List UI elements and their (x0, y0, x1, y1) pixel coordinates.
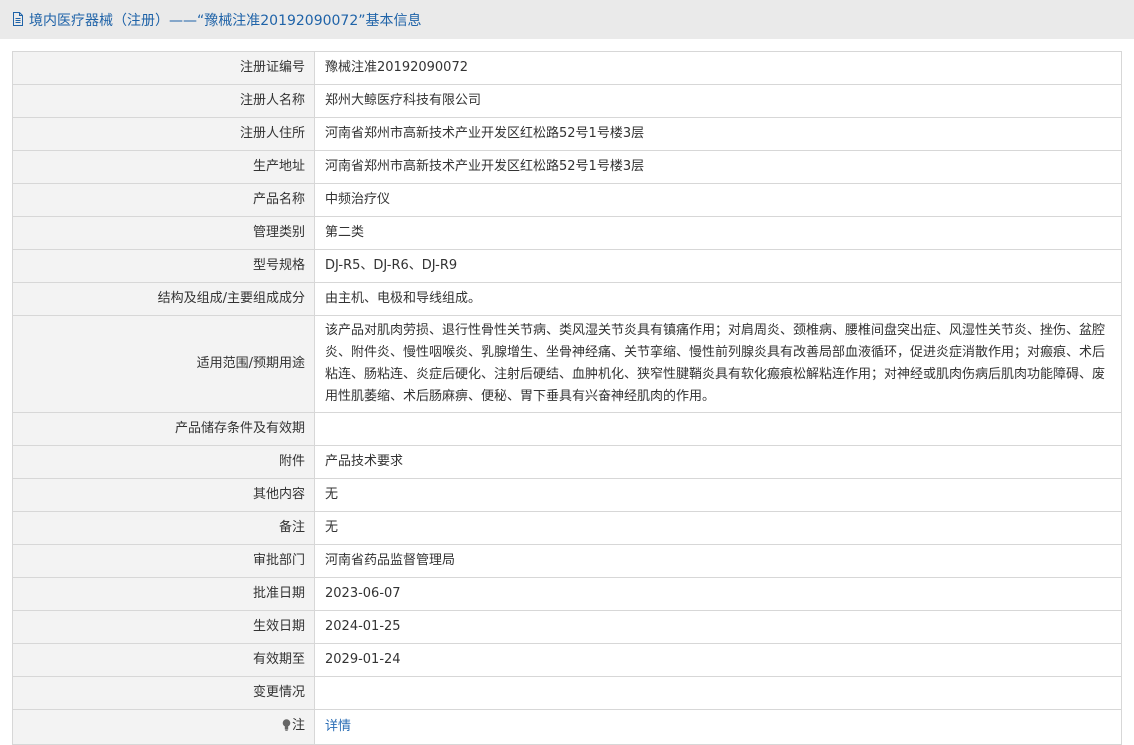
row-label: 管理类别 (12, 216, 315, 250)
row-label: 注册证编号 (12, 51, 315, 85)
page-title: 境内医疗器械（注册）——“豫械注准20192090072”基本信息 (29, 12, 422, 29)
row-value: 2023-06-07 (314, 577, 1122, 611)
row-value: 该产品对肌肉劳损、退行性骨性关节病、类风湿关节炎具有镇痛作用；对肩周炎、颈椎病、… (314, 315, 1122, 413)
row-value: 第二类 (314, 216, 1122, 250)
table-row: 附件 产品技术要求 (12, 445, 1122, 479)
row-value: 无 (314, 511, 1122, 545)
document-icon (12, 11, 26, 28)
row-value: 产品技术要求 (314, 445, 1122, 479)
note-value-cell: 详情 (314, 709, 1122, 745)
row-label: 生产地址 (12, 150, 315, 184)
table-row: 注册人名称 郑州大鲸医疗科技有限公司 (12, 84, 1122, 118)
row-label: 备注 (12, 511, 315, 545)
note-label-cell: 注 (12, 709, 315, 745)
row-value: 郑州大鲸医疗科技有限公司 (314, 84, 1122, 118)
table-row: 型号规格 DJ-R5、DJ-R6、DJ-R9 (12, 249, 1122, 283)
row-label: 生效日期 (12, 610, 315, 644)
row-value: 无 (314, 478, 1122, 512)
row-label: 审批部门 (12, 544, 315, 578)
row-label: 有效期至 (12, 643, 315, 677)
row-label: 批准日期 (12, 577, 315, 611)
row-label: 变更情况 (12, 676, 315, 710)
table-row: 结构及组成/主要组成成分 由主机、电极和导线组成。 (12, 282, 1122, 316)
row-value (314, 676, 1122, 710)
table-row: 管理类别 第二类 (12, 216, 1122, 250)
table-row: 审批部门 河南省药品监督管理局 (12, 544, 1122, 578)
table-row: 备注无 (12, 511, 1122, 545)
row-label: 注册人住所 (12, 117, 315, 151)
row-value: 由主机、电极和导线组成。 (314, 282, 1122, 316)
row-label: 其他内容 (12, 478, 315, 512)
lightbulb-icon (282, 717, 291, 739)
table-row: 适用范围/预期用途 该产品对肌肉劳损、退行性骨性关节病、类风湿关节炎具有镇痛作用；… (12, 315, 1122, 413)
table-row: 注册证编号 豫械注准20192090072 (12, 51, 1122, 85)
table-row: 生效日期 2024-01-25 (12, 610, 1122, 644)
note-label: 注 (291, 718, 305, 733)
row-value: 豫械注准20192090072 (314, 51, 1122, 85)
row-value: 河南省药品监督管理局 (314, 544, 1122, 578)
row-value: DJ-R5、DJ-R6、DJ-R9 (314, 249, 1122, 283)
row-value: 河南省郑州市高新技术产业开发区红松路52号1号楼3层 (314, 150, 1122, 184)
row-label: 附件 (12, 445, 315, 479)
row-label: 产品储存条件及有效期 (12, 412, 315, 446)
page-header: 境内医疗器械（注册）——“豫械注准20192090072”基本信息 (0, 0, 1134, 39)
details-link[interactable]: 详情 (325, 719, 351, 734)
row-value: 2024-01-25 (314, 610, 1122, 644)
row-label: 结构及组成/主要组成成分 (12, 282, 315, 316)
table-row: 有效期至 2029-01-24 (12, 643, 1122, 677)
row-label: 型号规格 (12, 249, 315, 283)
table-row: 产品储存条件及有效期 (12, 412, 1122, 446)
table-row: 变更情况 (12, 676, 1122, 710)
row-label: 注册人名称 (12, 84, 315, 118)
row-value: 中频治疗仪 (314, 183, 1122, 217)
info-table: 注册证编号 豫械注准20192090072 注册人名称 郑州大鲸医疗科技有限公司 注册人… (12, 51, 1122, 745)
row-label: 产品名称 (12, 183, 315, 217)
info-table-container: 注册证编号 豫械注准20192090072 注册人名称 郑州大鲸医疗科技有限公司 注册人… (12, 51, 1122, 745)
table-row: 产品名称 中频治疗仪 (12, 183, 1122, 217)
table-row: 生产地址 河南省郑州市高新技术产业开发区红松路52号1号楼3层 (12, 150, 1122, 184)
table-row: 批准日期 2023-06-07 (12, 577, 1122, 611)
row-value: 河南省郑州市高新技术产业开发区红松路52号1号楼3层 (314, 117, 1122, 151)
row-value: 2029-01-24 (314, 643, 1122, 677)
table-row: 注册人住所 河南省郑州市高新技术产业开发区红松路52号1号楼3层 (12, 117, 1122, 151)
table-row: 其他内容无 (12, 478, 1122, 512)
row-label: 适用范围/预期用途 (12, 315, 315, 413)
note-row: 注 详情 (12, 709, 1122, 745)
row-value (314, 412, 1122, 446)
